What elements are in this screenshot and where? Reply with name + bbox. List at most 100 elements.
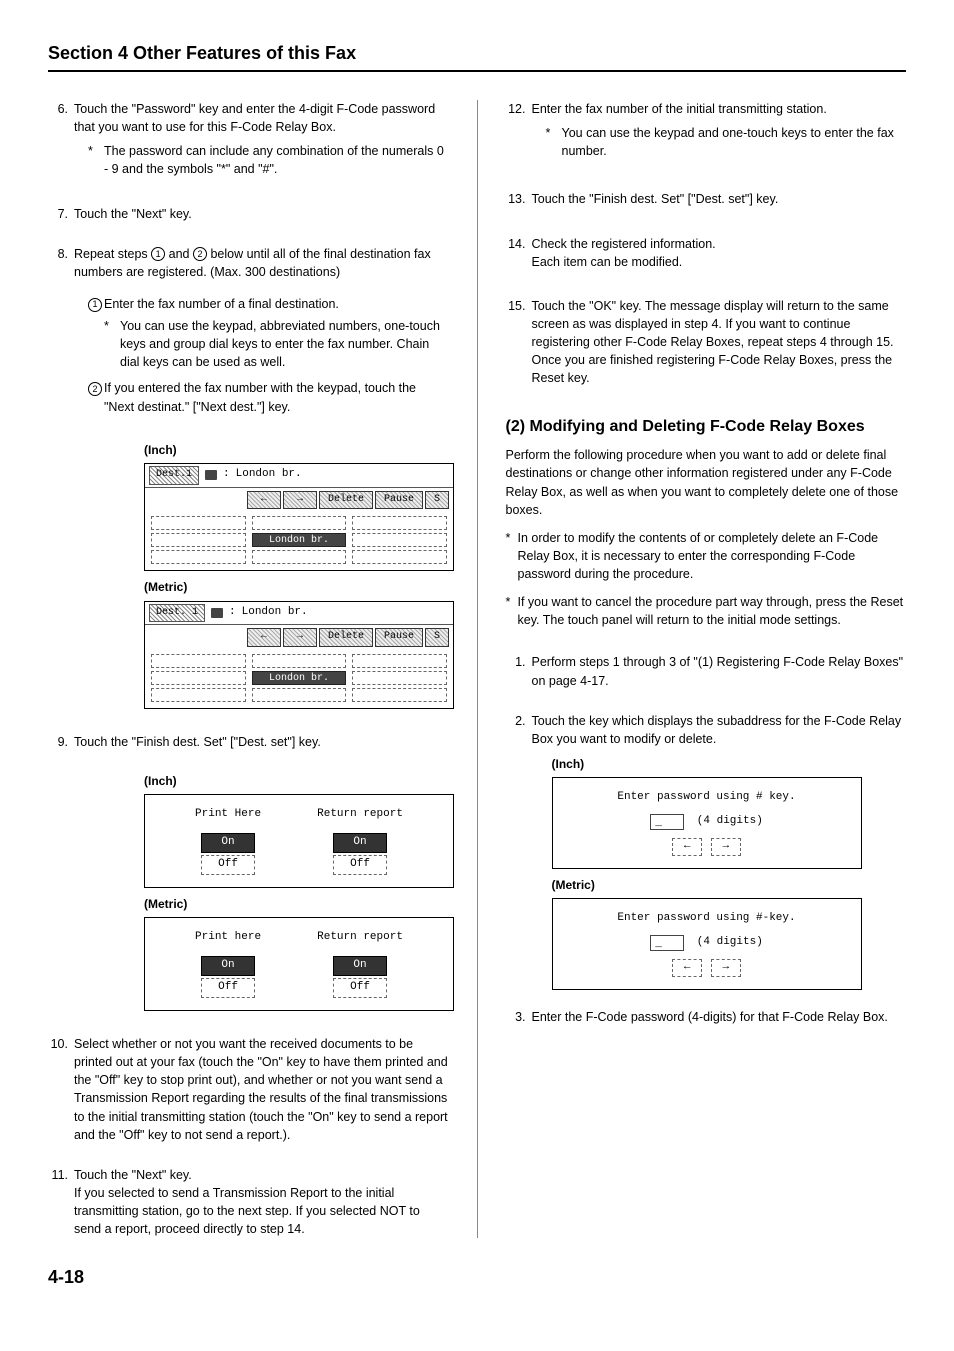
slot[interactable] bbox=[252, 654, 347, 668]
on-button[interactable]: On bbox=[201, 956, 255, 976]
pause-button[interactable]: Pause bbox=[375, 491, 423, 510]
step-body: Check the registered information. Each i… bbox=[532, 235, 907, 271]
password-prompt: Enter password using # key. bbox=[553, 790, 861, 806]
section-title: Section 4 Other Features of this Fax bbox=[48, 40, 906, 72]
password-input[interactable]: _ bbox=[650, 814, 684, 830]
password-input[interactable]: _ bbox=[650, 935, 684, 951]
slot[interactable] bbox=[252, 516, 347, 530]
slot[interactable] bbox=[151, 654, 246, 668]
delete-button[interactable]: Delete bbox=[319, 491, 373, 510]
step-12: 12. Enter the fax number of the initial … bbox=[506, 100, 907, 164]
step-14: 14. Check the registered information. Ea… bbox=[506, 235, 907, 271]
colon: : bbox=[229, 605, 236, 621]
on-button[interactable]: On bbox=[201, 833, 255, 853]
metric-label: (Metric) bbox=[144, 896, 449, 913]
step-9: 9. Touch the "Finish dest. Set" ["Dest. … bbox=[48, 733, 449, 751]
off-button[interactable]: Off bbox=[333, 855, 387, 875]
note-text: The password can include any combination… bbox=[104, 142, 449, 178]
arrow-left-button[interactable]: ← bbox=[247, 628, 281, 647]
arrow-right-button[interactable]: → bbox=[283, 491, 317, 510]
step-number: 6. bbox=[48, 100, 74, 183]
digits-label: (4 digits) bbox=[697, 814, 763, 830]
step-text: Enter the fax number of the initial tran… bbox=[532, 102, 827, 116]
slot[interactable] bbox=[352, 516, 447, 530]
slot[interactable] bbox=[151, 516, 246, 530]
off-button[interactable]: Off bbox=[201, 855, 255, 875]
substep-text: Enter the fax number of a final destinat… bbox=[104, 297, 339, 311]
step-text: Check the registered information. bbox=[532, 235, 907, 253]
inch-label: (Inch) bbox=[552, 756, 907, 773]
step-text: Touch the "OK" key. The message display … bbox=[532, 297, 907, 388]
page-number: 4-18 bbox=[48, 1264, 906, 1290]
subsection-heading: (2) Modifying and Deleting F-Code Relay … bbox=[506, 417, 907, 438]
s-button[interactable]: S bbox=[425, 491, 449, 510]
destination-figure: (Inch) Dest.1 : London br. ← → Delete Pa… bbox=[144, 442, 449, 709]
substep-text: If you entered the fax number with the k… bbox=[104, 379, 449, 415]
s-button[interactable]: S bbox=[425, 628, 449, 647]
slot[interactable] bbox=[151, 688, 246, 702]
step-number: 15. bbox=[506, 297, 532, 388]
arrow-right-button[interactable]: → bbox=[711, 959, 741, 977]
step-text: Touch the key which displays the subaddr… bbox=[532, 712, 907, 748]
step-text: Perform steps 1 through 3 of "(1) Regist… bbox=[532, 653, 907, 689]
slot-selected[interactable]: London br. bbox=[252, 671, 347, 685]
slot[interactable] bbox=[252, 688, 347, 702]
slot[interactable] bbox=[352, 671, 447, 685]
screen-mock-inch: Dest.1 : London br. ← → Delete Pause S L… bbox=[144, 463, 454, 571]
pause-button[interactable]: Pause bbox=[375, 628, 423, 647]
inch-label: (Inch) bbox=[144, 773, 449, 790]
delete-button[interactable]: Delete bbox=[319, 628, 373, 647]
slot[interactable] bbox=[352, 550, 447, 564]
step-text: Touch the "Finish dest. Set" ["Dest. set… bbox=[74, 733, 449, 751]
on-button[interactable]: On bbox=[333, 833, 387, 853]
step-11: 11. Touch the "Next" key. If you selecte… bbox=[48, 1166, 449, 1239]
circled-1-icon: 1 bbox=[151, 247, 165, 261]
step-6: 6. Touch the "Password" key and enter th… bbox=[48, 100, 449, 183]
left-column: 6. Touch the "Password" key and enter th… bbox=[48, 100, 449, 1238]
slot[interactable] bbox=[352, 688, 447, 702]
slot[interactable] bbox=[151, 533, 246, 547]
step-number: 2. bbox=[506, 712, 532, 748]
text-part: and bbox=[169, 247, 193, 261]
note-text: You can use the keypad, abbreviated numb… bbox=[120, 317, 449, 371]
arrow-right-button[interactable]: → bbox=[283, 628, 317, 647]
password-box-metric: Enter password using #-key. _ (4 digits)… bbox=[552, 898, 862, 990]
slot-selected[interactable]: London br. bbox=[252, 533, 347, 547]
password-figure: (Inch) Enter password using # key. _ (4 … bbox=[552, 756, 907, 990]
return-report-label: Return report bbox=[317, 807, 403, 823]
asterisk-marker: * bbox=[88, 142, 104, 178]
off-button[interactable]: Off bbox=[201, 978, 255, 998]
onoff-box-inch: Print Here On Off Return report On Off bbox=[144, 794, 454, 888]
arrow-left-button[interactable]: ← bbox=[247, 491, 281, 510]
step-number: 7. bbox=[48, 205, 74, 223]
asterisk-marker: * bbox=[104, 317, 120, 371]
intro-paragraph: Perform the following procedure when you… bbox=[506, 446, 907, 519]
circled-2-icon: 2 bbox=[193, 247, 207, 261]
step-number: 9. bbox=[48, 733, 74, 751]
slot[interactable] bbox=[151, 671, 246, 685]
step-r3: 3. Enter the F-Code password (4-digits) … bbox=[506, 1008, 907, 1026]
step-text-continued: If you selected to send a Transmission R… bbox=[74, 1184, 449, 1238]
on-button[interactable]: On bbox=[333, 956, 387, 976]
slot[interactable] bbox=[352, 533, 447, 547]
step-number: 8. bbox=[48, 245, 74, 420]
arrow-left-button[interactable]: ← bbox=[672, 838, 702, 856]
slot[interactable] bbox=[151, 550, 246, 564]
note-1: * In order to modify the contents of or … bbox=[506, 529, 907, 583]
slot[interactable] bbox=[252, 550, 347, 564]
text-part: Repeat steps bbox=[74, 247, 151, 261]
arrow-left-button[interactable]: ← bbox=[672, 959, 702, 977]
off-button[interactable]: Off bbox=[333, 978, 387, 998]
step-text: Touch the "Finish dest. Set" ["Dest. set… bbox=[532, 190, 907, 208]
step-text: Select whether or not you want the recei… bbox=[74, 1035, 449, 1144]
note-text: In order to modify the contents of or co… bbox=[518, 529, 907, 583]
two-column-layout: 6. Touch the "Password" key and enter th… bbox=[48, 100, 906, 1238]
circled-1-icon: 1 bbox=[88, 298, 102, 312]
circled-2-icon: 2 bbox=[88, 382, 102, 396]
slot[interactable] bbox=[352, 654, 447, 668]
note-text: If you want to cancel the procedure part… bbox=[518, 593, 907, 629]
phone-icon bbox=[211, 608, 223, 618]
arrow-right-button[interactable]: → bbox=[711, 838, 741, 856]
onoff-box-metric: Print here On Off Return report On Off bbox=[144, 917, 454, 1011]
step-number: 10. bbox=[48, 1035, 74, 1144]
